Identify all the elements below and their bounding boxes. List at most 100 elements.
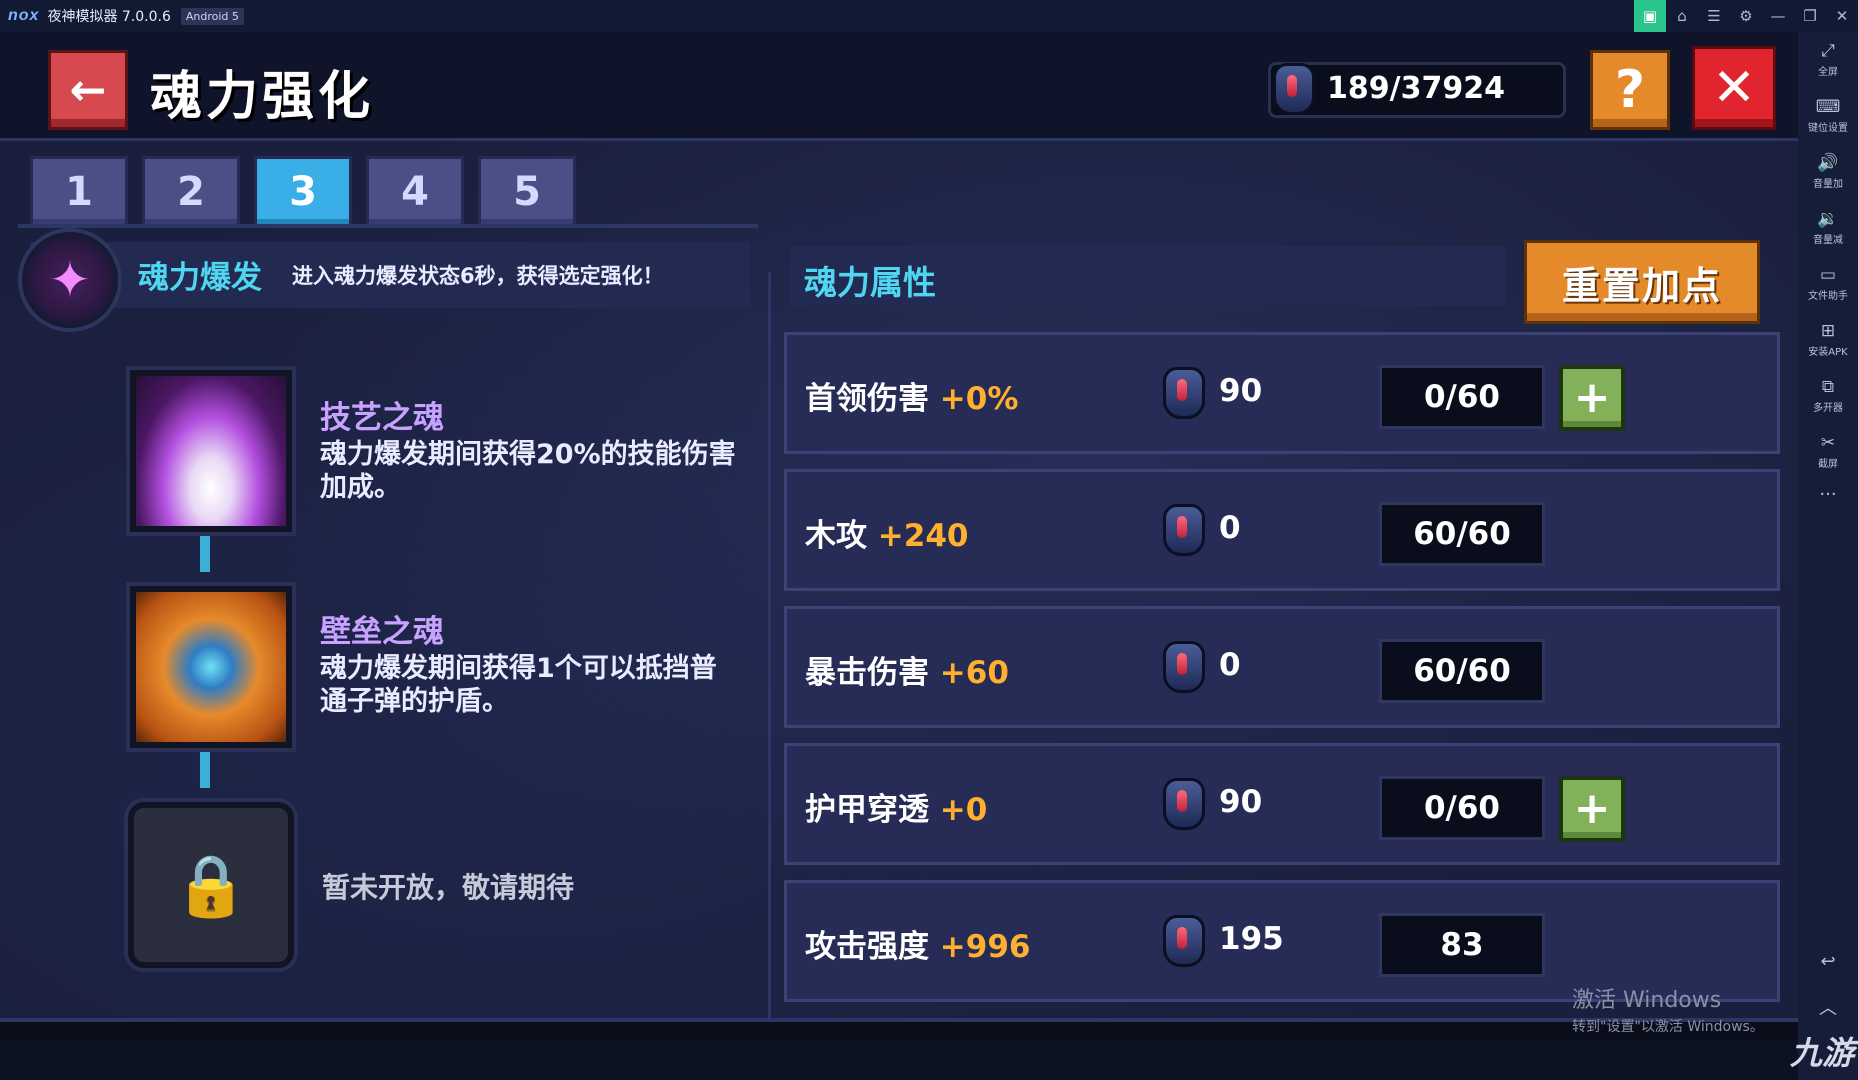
attribute-bonus: +0 (939, 792, 988, 828)
restore-icon[interactable]: ❐ (1794, 0, 1826, 32)
attribute-row: 首领伤害 +0% 90 0/60 + (784, 332, 1780, 454)
keyboard-icon: ⌨ (1815, 97, 1841, 117)
sidebar-label: 全屏 (1818, 67, 1838, 78)
close-button[interactable]: ✕ (1692, 46, 1776, 130)
attribute-name: 护甲穿透 +0 (805, 792, 988, 828)
skill-soul-of-bastion-icon[interactable] (130, 586, 292, 748)
bottom-bar (0, 1022, 1798, 1040)
sidebar-item-screenshot[interactable]: ✂ 截屏 (1798, 424, 1858, 480)
add-point-button[interactable]: + (1559, 776, 1625, 842)
attribute-cost: 0 (1219, 510, 1241, 546)
sidebar-label: 音量加 (1813, 179, 1843, 190)
attributes-title: 魂力属性 (804, 263, 936, 302)
sidebar-item-install-apk[interactable]: ⊞ 安装APK (1798, 312, 1858, 368)
attribute-name: 木攻 +240 (805, 518, 969, 554)
sidebar-item-volume-down[interactable]: 🔉 音量减 (1798, 200, 1858, 256)
skill-description: 魂力爆发期间获得20%的技能伤害加成。 (320, 439, 736, 503)
tab-underline (18, 224, 758, 228)
soul-currency-display: 189/37924 (1268, 62, 1566, 118)
back-arrow-icon[interactable]: ↩ (1820, 951, 1835, 972)
locked-skill-text: 暂未开放，敬请期待 (322, 871, 575, 904)
fullscreen-icon: ⤢ (1821, 41, 1835, 61)
reset-points-button[interactable]: 重置加点 (1524, 240, 1760, 324)
sidebar-item-keyboard[interactable]: ⌨ 键位设置 (1798, 88, 1858, 144)
sidebar-label: 音量减 (1813, 235, 1843, 246)
tab-2[interactable]: 2 (142, 156, 240, 228)
emulator-sidebar: ⤢ 全屏 ⌨ 键位设置 🔊 音量加 🔉 音量减 ▭ 文件助手 ⊞ 安装APK ⧉… (1798, 32, 1858, 1080)
add-point-button[interactable]: + (1559, 365, 1625, 431)
page-title: 魂力强化 (150, 67, 375, 127)
sidebar-item-file-helper[interactable]: ▭ 文件助手 (1798, 256, 1858, 312)
attribute-row: 护甲穿透 +0 90 0/60 + (784, 743, 1780, 865)
emulator-title: 夜神模拟器 7.0.0.6 (47, 9, 171, 25)
sidebar-label: 截屏 (1818, 459, 1838, 470)
attribute-name: 攻击强度 +996 (805, 929, 1031, 965)
watermark-subtitle: 转到"设置"以激活 Windows。 (1572, 1019, 1764, 1035)
game-screen: ← 魂力强化 189/37924 ? ✕ 1 2 3 4 5 ✦ 魂力爆发 进入… (0, 32, 1798, 1040)
sidebar-item-multi-instance[interactable]: ⧉ 多开器 (1798, 368, 1858, 424)
android-version-badge: Android 5 (180, 7, 244, 25)
soul-gem-icon (1163, 915, 1205, 967)
back-button[interactable]: ← (48, 50, 128, 130)
soul-gem-icon (1163, 367, 1205, 419)
more-icon[interactable]: ··· (1819, 484, 1836, 505)
install-apk-icon: ⊞ (1820, 321, 1836, 341)
lock-icon: 🔒 (128, 802, 294, 968)
attribute-level: 0/60 (1379, 365, 1545, 429)
attribute-cost: 0 (1219, 647, 1241, 683)
multi-instance-icon: ⧉ (1821, 377, 1835, 397)
sidebar-label: 键位设置 (1808, 123, 1848, 134)
skill-connector (200, 526, 210, 572)
skill-description: 魂力爆发期间获得1个可以抵挡普通子弹的护盾。 (320, 653, 717, 717)
tier-tabs: 1 2 3 4 5 (30, 156, 576, 228)
minimize-icon[interactable]: — (1762, 0, 1794, 32)
column-divider (768, 272, 771, 1040)
close-icon[interactable]: ✕ (1826, 0, 1858, 32)
shirt-icon[interactable]: ⌂ (1666, 0, 1698, 32)
soul-gem-icon (1273, 63, 1315, 115)
skill-name: 壁垒之魂 (320, 614, 444, 650)
skill-connector (200, 742, 210, 788)
attribute-row: 木攻 +240 0 60/60 (784, 469, 1780, 591)
skill-soul-of-art-icon[interactable] (130, 370, 292, 532)
app-icon[interactable]: ▣ (1634, 0, 1666, 32)
tab-3[interactable]: 3 (254, 156, 352, 228)
attribute-level: 60/60 (1379, 502, 1545, 566)
sidebar-label: 多开器 (1813, 403, 1843, 414)
soul-currency-amount: 189/37924 (1327, 71, 1505, 106)
attribute-name: 首领伤害 +0% (805, 381, 1019, 417)
corner-logo: 九游 (1789, 1035, 1854, 1071)
emulator-titlebar: nox 夜神模拟器 7.0.0.6 Android 5 ▣ ⌂ ☰ ⚙ — ❐ … (0, 0, 1858, 32)
volume-up-icon: 🔊 (1817, 153, 1839, 173)
skill-name: 技艺之魂 (320, 400, 444, 436)
attribute-level: 83 (1379, 913, 1545, 977)
sidebar-item-fullscreen[interactable]: ⤢ 全屏 (1798, 32, 1858, 88)
tab-1[interactable]: 1 (30, 156, 128, 228)
file-helper-icon: ▭ (1819, 265, 1837, 285)
attribute-bonus: +240 (877, 518, 969, 554)
soul-gem-icon (1163, 778, 1205, 830)
attribute-bonus: +996 (939, 929, 1031, 965)
volume-down-icon: 🔉 (1817, 209, 1839, 229)
burst-description: 进入魂力爆发状态6秒，获得选定强化！ (292, 264, 664, 288)
nox-logo: nox (8, 7, 40, 24)
sidebar-label: 安装APK (1808, 347, 1848, 358)
tab-4[interactable]: 4 (366, 156, 464, 228)
home-up-icon[interactable]: ︿ (1819, 994, 1837, 1020)
attribute-level: 60/60 (1379, 639, 1545, 703)
screenshot-icon: ✂ (1820, 433, 1836, 453)
soul-gem-icon (1163, 641, 1205, 693)
settings-icon[interactable]: ⚙ (1730, 0, 1762, 32)
soul-gem-icon (1163, 504, 1205, 556)
attribute-row: 暴击伤害 +60 0 60/60 (784, 606, 1780, 728)
attribute-bonus: +60 (939, 655, 1009, 691)
sidebar-label: 文件助手 (1808, 291, 1848, 302)
help-button[interactable]: ? (1590, 50, 1670, 130)
attribute-bonus: +0% (939, 381, 1019, 417)
windows-activation-watermark: 激活 Windows 转到"设置"以激活 Windows。 (1572, 982, 1764, 1036)
menu-icon[interactable]: ☰ (1698, 0, 1730, 32)
tab-5[interactable]: 5 (478, 156, 576, 228)
sidebar-item-volume-up[interactable]: 🔊 音量加 (1798, 144, 1858, 200)
watermark-title: 激活 Windows (1572, 988, 1722, 1013)
attribute-level: 0/60 (1379, 776, 1545, 840)
